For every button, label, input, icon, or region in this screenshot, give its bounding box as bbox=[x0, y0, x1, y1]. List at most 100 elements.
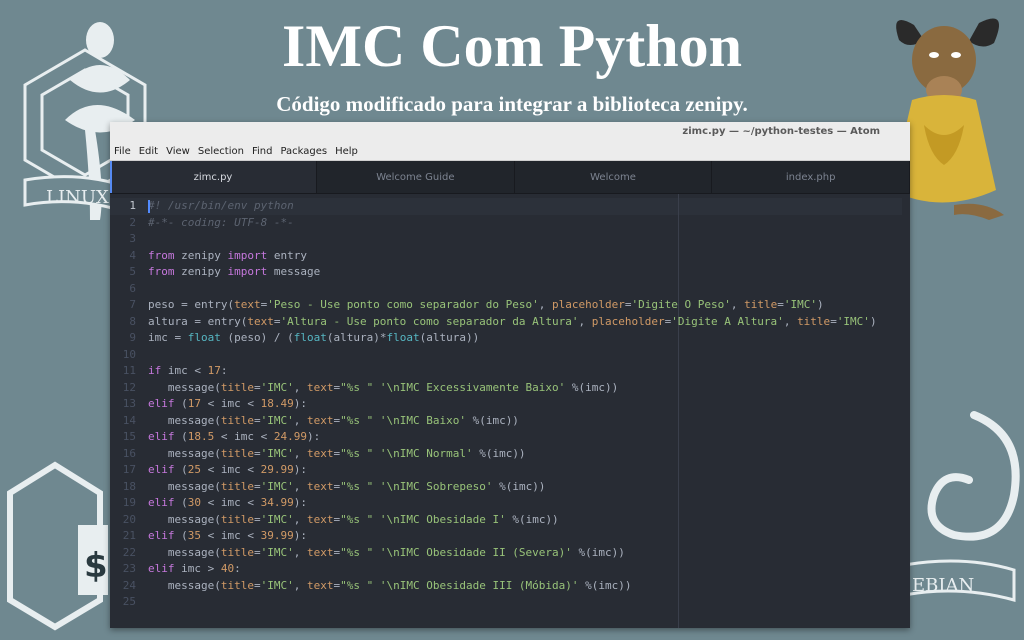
code-token: 24.99 bbox=[273, 430, 307, 443]
menu-file[interactable]: File bbox=[114, 146, 131, 157]
code-line: if imc < 17: bbox=[148, 363, 877, 380]
code-token: text bbox=[306, 479, 334, 493]
tab-zimc-py[interactable]: zimc.py bbox=[110, 161, 317, 193]
code-token: 'IMC' bbox=[260, 578, 294, 592]
code-token: float bbox=[187, 331, 221, 344]
code-token: : bbox=[234, 562, 241, 575]
code-token: 'Digite O Peso' bbox=[631, 298, 731, 311]
code-token: 'IMC' bbox=[260, 380, 294, 394]
line-number: 24 bbox=[122, 578, 136, 592]
line-number: 7 bbox=[129, 298, 136, 311]
code-token: < imc < bbox=[201, 397, 261, 410]
code-token: ( bbox=[174, 496, 188, 509]
code-token: text bbox=[306, 446, 334, 460]
code-token: ( bbox=[174, 430, 188, 443]
line-number: 22 bbox=[122, 545, 136, 559]
code-line: message(title='IMC', text="%s " '\nIMC N… bbox=[148, 446, 877, 463]
menu-edit[interactable]: Edit bbox=[139, 146, 158, 157]
code-token: 34.99 bbox=[260, 496, 294, 509]
code-token: title bbox=[744, 298, 778, 311]
code-line: imc = float (peso) / (float(altura)*floa… bbox=[148, 330, 877, 347]
tab-welcome-guide[interactable]: Welcome Guide bbox=[317, 161, 515, 193]
line-number: 18 bbox=[122, 479, 136, 493]
tab-welcome[interactable]: Welcome bbox=[515, 161, 713, 193]
line-number-gutter: 1 2 3 4 5 6 7 8 9 10 11 12 13 14 15 16 17 18 19 20 21 22 23 24 2… bbox=[110, 198, 136, 611]
code-line: altura = entry(text = 'Altura - Use ponto … bbox=[148, 314, 877, 331]
code-token: 30 bbox=[187, 496, 201, 509]
code-token: 29.99 bbox=[260, 463, 294, 476]
code-token: = bbox=[830, 314, 837, 328]
menu-find[interactable]: Find bbox=[252, 146, 273, 157]
code-token: import bbox=[227, 265, 268, 278]
vertical-scrollbar[interactable] bbox=[902, 194, 910, 628]
code-token: ) bbox=[869, 314, 877, 328]
code-token: 40 bbox=[220, 562, 235, 575]
code-token: "%s " bbox=[340, 512, 374, 526]
code-token: , bbox=[783, 314, 798, 328]
code-token: , bbox=[293, 446, 307, 460]
code-token: 'Altura - Use ponto como separador da Al… bbox=[280, 314, 579, 328]
code-token: text bbox=[306, 413, 334, 427]
code-token: 'IMC' bbox=[260, 446, 294, 460]
code-line: peso = entry(text = 'Peso - Use ponto como… bbox=[148, 297, 877, 314]
code-token: '\nIMC Sobrepeso' bbox=[379, 479, 493, 493]
code-token: '\nIMC Normal' bbox=[379, 446, 473, 460]
code-token: placeholder bbox=[552, 298, 625, 311]
tab-bar: zimc.py Welcome Guide Welcome index.php bbox=[110, 161, 910, 194]
code-token: , bbox=[293, 479, 307, 493]
line-number: 12 bbox=[122, 380, 136, 394]
code-token: "%s " bbox=[340, 380, 374, 394]
code-area[interactable]: #! /usr/bin/env python #-*- coding: UTF-8… bbox=[148, 198, 877, 611]
code-token: zenipy bbox=[174, 265, 228, 278]
tab-index-php[interactable]: index.php bbox=[712, 161, 910, 193]
code-token: %(imc)) bbox=[465, 413, 519, 427]
code-token: elif bbox=[148, 397, 175, 410]
menu-help[interactable]: Help bbox=[335, 146, 358, 157]
code-token: ) bbox=[816, 298, 824, 311]
code-token: 'IMC' bbox=[783, 298, 817, 311]
menu-packages[interactable]: Packages bbox=[280, 146, 327, 157]
code-token: zenipy bbox=[174, 248, 228, 262]
menu-selection[interactable]: Selection bbox=[198, 146, 244, 157]
code-token: 18.49 bbox=[260, 397, 294, 410]
code-token: , bbox=[730, 298, 745, 311]
line-number: 21 bbox=[122, 529, 136, 542]
code-token: ( bbox=[174, 397, 188, 410]
code-token: import bbox=[227, 248, 268, 262]
code-token: message( bbox=[148, 512, 221, 526]
code-line: from zenipy import message bbox=[148, 264, 877, 281]
code-token: title bbox=[797, 314, 831, 328]
code-line: elif imc > 40: bbox=[148, 561, 877, 578]
code-token: "%s " bbox=[340, 413, 374, 427]
menu-view[interactable]: View bbox=[166, 146, 190, 157]
code-token: altura = entry( bbox=[148, 314, 248, 328]
code-token: 17 bbox=[187, 397, 201, 410]
code-token: title bbox=[220, 512, 254, 526]
code-token: message( bbox=[148, 413, 221, 427]
code-token: ): bbox=[306, 430, 321, 443]
window-titlebar[interactable]: zimc.py — ~/python-testes — Atom bbox=[110, 122, 910, 142]
code-line: elif (30 < imc < 34.99): bbox=[148, 495, 877, 512]
code-token: text bbox=[306, 512, 334, 526]
code-token: from bbox=[148, 248, 175, 262]
line-number: 17 bbox=[122, 463, 136, 476]
code-token: elif bbox=[148, 463, 175, 476]
code-editor[interactable]: 1 2 3 4 5 6 7 8 9 10 11 12 13 14 15 16 17 18 19 20 21 22 23 24 2… bbox=[110, 194, 910, 628]
line-number: 15 bbox=[122, 430, 136, 443]
code-token: "%s " bbox=[340, 479, 374, 493]
code-token: 'IMC' bbox=[260, 413, 294, 427]
code-token: '\nIMC Baixo' bbox=[379, 413, 466, 427]
code-token: %(imc)) bbox=[505, 512, 559, 526]
code-token: (altura)* bbox=[326, 331, 387, 344]
code-token: , bbox=[578, 314, 592, 328]
code-token: title bbox=[220, 380, 254, 394]
code-token: , bbox=[293, 380, 307, 394]
code-token: , bbox=[293, 512, 307, 526]
code-token: 35 bbox=[187, 529, 201, 542]
line-number: 2 bbox=[129, 215, 136, 229]
